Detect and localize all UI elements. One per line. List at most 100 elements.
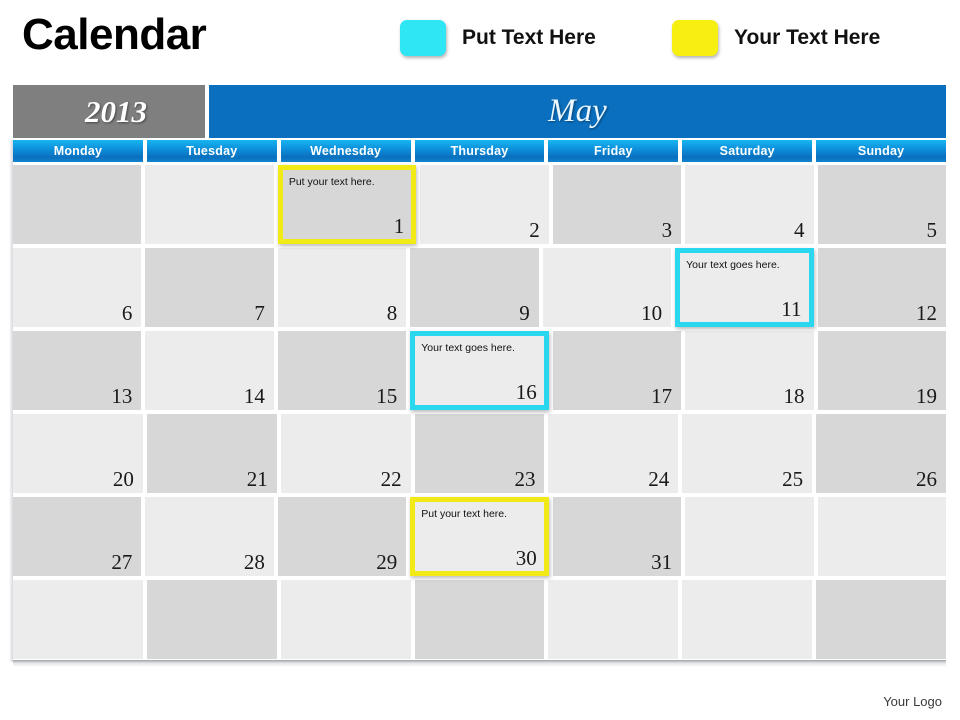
day-number: 24 xyxy=(648,467,670,491)
day-cell-empty[interactable] xyxy=(13,580,143,659)
day-cell-27[interactable]: 27 xyxy=(13,497,142,576)
day-cell-17[interactable]: 17 xyxy=(552,331,682,410)
day-number: 16 xyxy=(515,380,537,404)
slide-header-bar: Calendar Put Text Here Your Text Here xyxy=(0,0,960,78)
day-number: 3 xyxy=(661,218,673,242)
day-cell-11[interactable]: Your text goes here. 11 xyxy=(675,248,814,327)
day-cell-21[interactable]: 21 xyxy=(146,414,277,493)
day-cell-7[interactable]: 7 xyxy=(145,248,274,327)
day-cell-empty[interactable] xyxy=(685,497,814,576)
weekday-header-tuesday: Tuesday xyxy=(146,140,277,162)
day-cell-15[interactable]: 15 xyxy=(277,331,407,410)
day-cell-22[interactable]: 22 xyxy=(280,414,411,493)
year-label: 2013 xyxy=(85,93,147,129)
day-number: 20 xyxy=(112,467,134,491)
day-number: 27 xyxy=(111,550,133,574)
legend-item-cyan: Put Text Here xyxy=(400,20,596,56)
day-cell-10[interactable]: 10 xyxy=(542,248,672,327)
day-cell-empty[interactable] xyxy=(145,165,274,244)
day-cell-empty[interactable] xyxy=(548,580,679,659)
grid-bottom-shadow xyxy=(13,660,946,667)
day-number: 8 xyxy=(386,301,398,325)
day-cell-26[interactable]: 26 xyxy=(816,414,947,493)
day-number: 19 xyxy=(915,384,937,408)
day-number: 15 xyxy=(376,384,398,408)
day-cell-23[interactable]: 23 xyxy=(414,414,545,493)
day-number: 5 xyxy=(926,218,937,242)
day-number: 14 xyxy=(243,384,265,408)
calendar-grid: Monday Tuesday Wednesday Thursday Friday Satu… xyxy=(13,140,947,663)
calendar-week-row: 13 14 15 Your text goes here. 16 17 18 19 xyxy=(13,331,946,410)
day-number: 1 xyxy=(393,214,405,238)
legend-item-yellow: Your Text Here xyxy=(672,20,880,56)
legend-label-yellow: Your Text Here xyxy=(734,26,881,49)
weekday-header-row: Monday Tuesday Wednesday Thursday Friday Satu… xyxy=(13,140,947,162)
day-cell-empty[interactable] xyxy=(817,497,946,576)
day-number: 7 xyxy=(254,301,265,325)
day-number: 9 xyxy=(519,301,530,325)
day-cell-empty[interactable] xyxy=(414,580,545,659)
day-cell-4[interactable]: 4 xyxy=(685,165,814,244)
day-number: 2 xyxy=(529,218,540,242)
page-title: Calendar xyxy=(22,10,207,59)
day-number: 25 xyxy=(782,467,804,491)
day-cell-3[interactable]: 3 xyxy=(552,165,682,244)
day-cell-5[interactable]: 5 xyxy=(817,165,946,244)
day-cell-31[interactable]: 31 xyxy=(552,497,682,576)
day-number: 17 xyxy=(651,384,673,408)
day-cell-19[interactable]: 19 xyxy=(817,331,946,410)
month-label: May xyxy=(548,93,607,129)
day-number: 13 xyxy=(111,384,133,408)
day-cell-empty[interactable] xyxy=(146,580,277,659)
legend-label-cyan: Put Text Here xyxy=(462,26,596,49)
day-cell-20[interactable]: 20 xyxy=(13,414,143,493)
day-cell-empty[interactable] xyxy=(816,580,947,659)
day-number: 30 xyxy=(515,546,537,570)
calendar-week-row: Put your text here. 1 2 3 4 5 xyxy=(13,165,946,244)
day-number: 12 xyxy=(915,301,937,325)
day-number: 29 xyxy=(376,550,398,574)
day-cell-18[interactable]: 18 xyxy=(685,331,814,410)
day-number: 22 xyxy=(380,467,402,491)
day-cell-24[interactable]: 24 xyxy=(548,414,679,493)
year-block[interactable]: 2013 xyxy=(13,85,205,138)
weekday-header-sunday: Sunday xyxy=(816,140,947,162)
day-number: 6 xyxy=(121,301,133,325)
calendar-week-row: 6 7 8 9 10 Your text goes here. 11 12 xyxy=(13,248,946,327)
day-cell-25[interactable]: 25 xyxy=(682,414,813,493)
footer-logo: Your Logo xyxy=(883,694,942,709)
day-number: 18 xyxy=(783,384,805,408)
day-cell-empty[interactable] xyxy=(682,580,813,659)
day-number: 28 xyxy=(243,550,265,574)
day-note: Put your text here. xyxy=(288,176,375,188)
day-cell-9[interactable]: 9 xyxy=(410,248,539,327)
day-number: 31 xyxy=(651,550,673,574)
month-block[interactable]: May xyxy=(209,85,946,138)
day-cell-2[interactable]: 2 xyxy=(420,165,549,244)
day-note: Put your text here. xyxy=(421,508,508,520)
day-cell-8[interactable]: 8 xyxy=(277,248,407,327)
day-number: 11 xyxy=(781,297,802,321)
day-cell-6[interactable]: 6 xyxy=(13,248,142,327)
weekday-header-friday: Friday xyxy=(548,140,679,162)
legend-swatch-cyan-icon xyxy=(400,20,446,56)
day-number: 4 xyxy=(794,218,805,242)
day-note: Your text goes here. xyxy=(686,259,780,271)
calendar-week-row: 20 21 22 23 24 25 26 xyxy=(13,414,947,493)
calendar-week-row: 27 28 29 Put your text here. 30 31 xyxy=(13,497,946,576)
calendar-week-row xyxy=(13,580,947,659)
day-cell-14[interactable]: 14 xyxy=(145,331,274,410)
day-cell-13[interactable]: 13 xyxy=(13,331,142,410)
day-cell-12[interactable]: 12 xyxy=(817,248,946,327)
day-cell-1[interactable]: Put your text here. 1 xyxy=(277,165,417,244)
day-cell-empty[interactable] xyxy=(280,580,411,659)
calendar-week-rows: Put your text here. 1 2 3 4 5 6 7 8 9 10 Your text … xyxy=(13,165,947,659)
day-cell-28[interactable]: 28 xyxy=(145,497,274,576)
day-cell-30[interactable]: Put your text here. 30 xyxy=(410,497,549,576)
day-cell-empty[interactable] xyxy=(13,165,142,244)
day-number: 26 xyxy=(916,467,938,491)
day-cell-29[interactable]: 29 xyxy=(277,497,407,576)
day-cell-16[interactable]: Your text goes here. 16 xyxy=(410,331,549,410)
weekday-header-wednesday: Wednesday xyxy=(280,140,411,162)
day-note: Your text goes here. xyxy=(421,342,515,354)
